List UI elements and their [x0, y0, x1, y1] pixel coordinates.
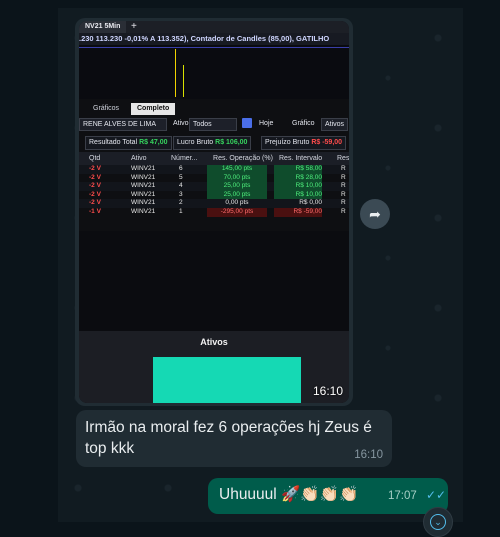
cell-res-intervalo: R$ 0,00	[299, 199, 322, 207]
operations-table: Qtd Ativo Númer... Res. Operação (%) Res…	[79, 152, 349, 217]
outgoing-message-text: Uhuuuul 🚀👏🏻👏🏻👏🏻	[219, 486, 359, 503]
cell-res-operacao: 25,00 pts	[207, 190, 267, 200]
account-select: RENE ALVES DE LIMA	[79, 118, 167, 131]
report-filters: RENE ALVES DE LIMA Ativo Todos Hoje Gráf…	[79, 117, 349, 131]
cell-res: R	[341, 199, 346, 207]
indicator-ticker: .230 113.230 -0,01% A 113.352), Contador…	[79, 33, 349, 45]
price-chart	[79, 45, 349, 99]
cell-res: R	[341, 165, 346, 172]
subtab-graficos: Gráficos	[93, 105, 120, 112]
table-row: -1 V WINV21 1 -295,00 pts R$ -59,00 R	[79, 207, 349, 217]
forward-button[interactable]: ➦	[360, 199, 390, 229]
cell-qtd: -1 V	[89, 207, 101, 215]
cell-qtd: -2 V	[89, 199, 101, 207]
cell-res-operacao: 25,00 pts	[207, 182, 267, 191]
table-row: -2 V WINV21 2 0,00 pts R$ 0,00 R	[79, 199, 349, 208]
scroll-down-button[interactable]: ⌄	[423, 507, 453, 537]
forward-arrow-icon: ➦	[369, 206, 381, 222]
cell-res: R	[341, 173, 346, 181]
header-numero: Númer...	[171, 155, 198, 162]
cell-res-operacao: 145,00 pts	[207, 165, 267, 174]
cell-numero: 4	[179, 182, 183, 190]
cell-qtd: -2 V	[89, 182, 101, 190]
cell-qtd: -2 V	[89, 165, 101, 172]
subtab-completo: Completo	[131, 103, 176, 115]
cell-res-intervalo: R$ 10,00	[274, 182, 322, 191]
cell-ativo: WINV21	[131, 207, 156, 215]
cell-res: R	[341, 207, 346, 215]
header-qtd: Qtd	[89, 155, 101, 162]
header-res-operacao: Res. Operação (%)	[213, 155, 273, 162]
image-message-time: 16:10	[312, 384, 343, 398]
asset-select: Todos	[189, 118, 237, 131]
message-time: 16:10	[354, 449, 383, 461]
gross-loss: Prejuízo Bruto R$ -59,00	[261, 136, 347, 150]
cell-ativo: WINV21	[131, 173, 156, 181]
image-message-bubble[interactable]: NV21 5Min + .230 113.230 -0,01% A 113.35…	[75, 18, 353, 406]
calendar-icon	[242, 118, 252, 128]
cell-numero: 5	[179, 173, 183, 181]
table-row: -2 V WINV21 3 25,00 pts R$ 10,00 R	[79, 190, 349, 200]
cell-ativo: WINV21	[131, 182, 156, 190]
read-ticks-icon: ✓✓	[426, 488, 447, 502]
assets-button: Ativos	[321, 118, 349, 131]
cell-res: R	[341, 190, 346, 198]
table-row: -2 V WINV21 4 25,00 pts R$ 10,00 R	[79, 182, 349, 191]
gross-profit: Lucro Bruto R$ 106,00	[173, 136, 252, 150]
chart-vline	[175, 49, 176, 97]
cell-res: R	[341, 182, 346, 190]
cell-qtd: -2 V	[89, 173, 101, 181]
table-row: -2 V WINV21 5 70,00 pts R$ 28,00 R	[79, 173, 349, 183]
header-ativo: Ativo	[131, 155, 147, 162]
table-body: -2 V WINV21 6 145,00 pts R$ 58,00 R -2 V WINV21…	[79, 165, 349, 217]
header-res-intervalo: Res. Intervalo	[279, 155, 323, 162]
cell-res-intervalo: R$ 28,00	[274, 173, 322, 183]
cell-ativo: WINV21	[131, 165, 156, 172]
message-text: Irmão na moral fez 6 operações hj Zeus é…	[85, 419, 372, 457]
cell-res-operacao: -295,00 pts	[207, 207, 267, 217]
assets-panel-block	[153, 357, 301, 403]
cell-numero: 2	[179, 199, 183, 207]
empty-area	[79, 231, 349, 331]
cell-numero: 1	[179, 207, 183, 215]
report-subtabs: Gráficos Completo	[79, 103, 349, 115]
outgoing-message-time: 17:07	[388, 490, 417, 502]
cell-res-operacao: 70,00 pts	[207, 173, 267, 183]
assets-panel: Ativos	[79, 331, 349, 403]
chevron-down-icon: ⌄	[430, 514, 446, 530]
chart-label: Gráfico	[292, 120, 315, 127]
result-summary: Resultado Total R$ 47,00 Lucro Bruto R$ …	[79, 136, 349, 150]
cell-numero: 3	[179, 190, 183, 198]
chart-tab-bar: NV21 5Min +	[79, 21, 349, 33]
assets-panel-title: Ativos	[200, 337, 228, 347]
cell-res-intervalo: R$ -59,00	[274, 207, 322, 217]
chart-tab: NV21 5Min	[79, 21, 127, 33]
add-tab-icon: +	[131, 21, 137, 32]
header-res: Res	[337, 155, 349, 162]
period-select: Hoje	[259, 120, 274, 127]
cell-qtd: -2 V	[89, 190, 101, 198]
cell-ativo: WINV21	[131, 199, 156, 207]
cell-ativo: WINV21	[131, 190, 156, 198]
result-total: Resultado Total R$ 47,00	[85, 136, 172, 150]
chart-vline-secondary	[183, 65, 184, 97]
trading-screenshot-photo[interactable]: NV21 5Min + .230 113.230 -0,01% A 113.35…	[79, 21, 349, 403]
table-row: -2 V WINV21 6 145,00 pts R$ 58,00 R	[79, 165, 349, 174]
cell-res-intervalo: R$ 58,00	[274, 165, 322, 174]
table-header: Qtd Ativo Númer... Res. Operação (%) Res…	[79, 152, 349, 165]
asset-label: Ativo	[173, 120, 189, 127]
outgoing-text-bubble[interactable]: Uhuuuul 🚀👏🏻👏🏻👏🏻 17:07 ✓✓	[208, 478, 448, 514]
incoming-text-bubble[interactable]: Irmão na moral fez 6 operações hj Zeus é…	[76, 410, 392, 467]
cell-numero: 6	[179, 165, 183, 172]
cell-res-operacao: 0,00 pts	[225, 199, 249, 207]
cell-res-intervalo: R$ 10,00	[274, 190, 322, 200]
chart-hline	[79, 47, 349, 48]
